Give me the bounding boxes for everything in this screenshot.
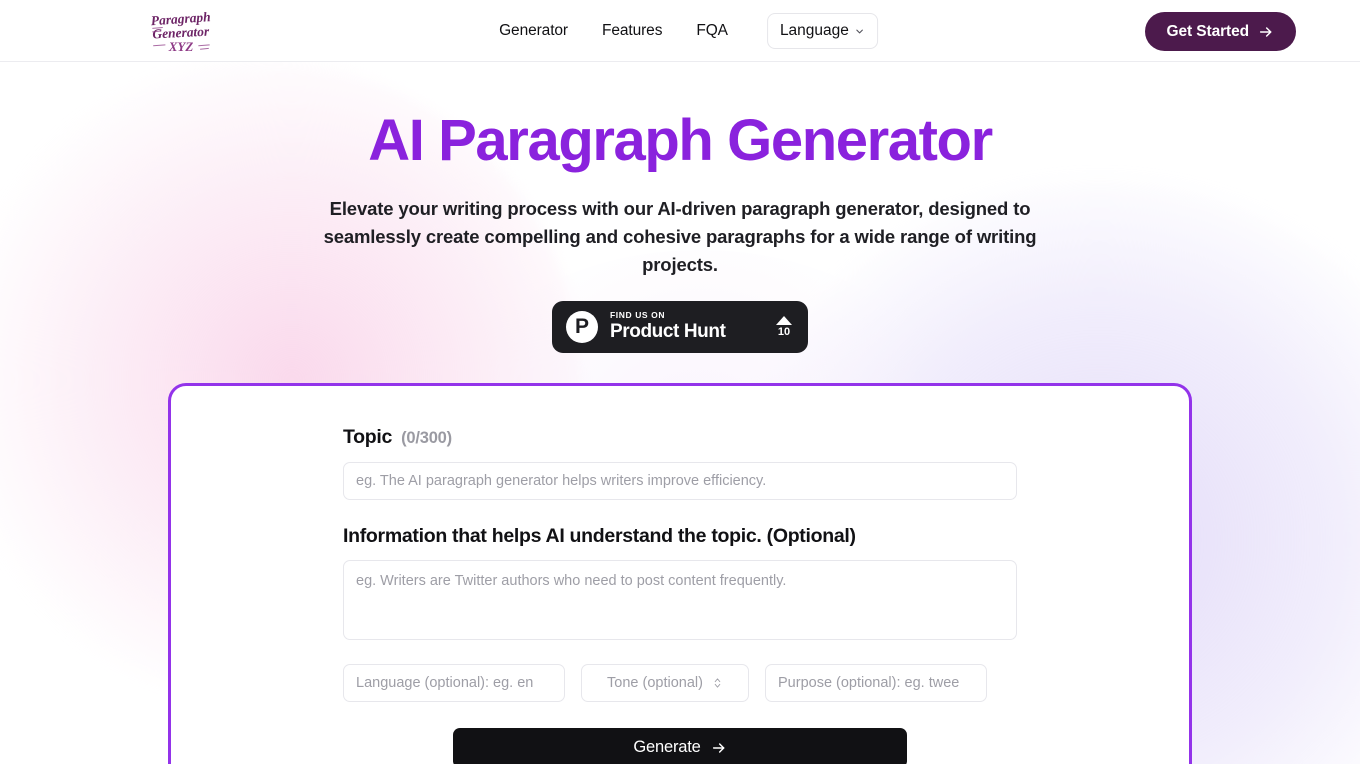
topic-char-counter: (0/300)	[401, 428, 452, 447]
logo-icon: Paragraph Generator XYZ	[150, 9, 211, 54]
arrow-right-icon	[1259, 26, 1272, 37]
info-label-row: Information that helps AI understand the…	[343, 525, 1017, 548]
main-content: AI Paragraph Generator Elevate your writ…	[0, 62, 1360, 764]
product-hunt-badge[interactable]: P FIND US ON Product Hunt 10	[552, 300, 808, 353]
nav-item-fqa[interactable]: FQA	[679, 14, 745, 48]
arrow-right-icon	[712, 742, 724, 753]
info-label: Information that helps AI understand the…	[343, 524, 856, 547]
nav-item-generator[interactable]: Generator	[482, 14, 585, 48]
tone-select[interactable]: Tone (optional)	[581, 663, 749, 702]
product-hunt-eyebrow: FIND US ON	[610, 310, 666, 321]
site-header: Paragraph Generator XYZ Generator Featur…	[0, 0, 1360, 62]
language-selector[interactable]: Language	[766, 12, 878, 49]
page-title: AI Paragraph Generator	[368, 108, 993, 173]
chevron-down-icon	[856, 29, 863, 33]
generate-button-label: Generate	[633, 738, 701, 757]
purpose-input[interactable]	[765, 663, 987, 702]
generator-card: Topic (0/300) Information that helps AI …	[168, 382, 1192, 764]
options-row: Tone (optional)	[343, 663, 1017, 702]
generate-button[interactable]: Generate	[453, 727, 907, 764]
product-hunt-upvote-count: 10	[777, 325, 791, 338]
main-nav: Generator Features FQA Language	[482, 12, 878, 49]
svg-text:XYZ: XYZ	[168, 39, 194, 54]
tone-field-wrap: Tone (optional)	[581, 663, 749, 702]
language-input[interactable]	[343, 663, 565, 702]
site-logo[interactable]: Paragraph Generator XYZ	[148, 3, 214, 59]
topic-input[interactable]	[343, 461, 1017, 500]
language-selector-label: Language	[779, 21, 849, 39]
get-started-button[interactable]: Get Started	[1144, 12, 1296, 51]
page-subtitle: Elevate your writing process with our AI…	[323, 197, 1037, 275]
product-hunt-upvote[interactable]: 10	[776, 315, 794, 338]
language-field-wrap	[343, 663, 565, 702]
triangle-up-icon	[776, 315, 792, 325]
get-started-label: Get Started	[1166, 22, 1250, 40]
topic-label-row: Topic (0/300)	[343, 426, 1017, 449]
chevron-up-down-icon	[714, 678, 721, 688]
product-hunt-logo-icon: P	[566, 310, 598, 343]
product-hunt-name: Product Hunt	[610, 321, 726, 343]
product-hunt-text: FIND US ON Product Hunt	[610, 310, 764, 343]
purpose-field-wrap	[765, 663, 987, 702]
nav-item-features[interactable]: Features	[585, 14, 679, 48]
info-textarea[interactable]	[343, 559, 1017, 640]
topic-label: Topic	[343, 425, 393, 448]
tone-select-value: Tone (optional)	[607, 674, 703, 691]
